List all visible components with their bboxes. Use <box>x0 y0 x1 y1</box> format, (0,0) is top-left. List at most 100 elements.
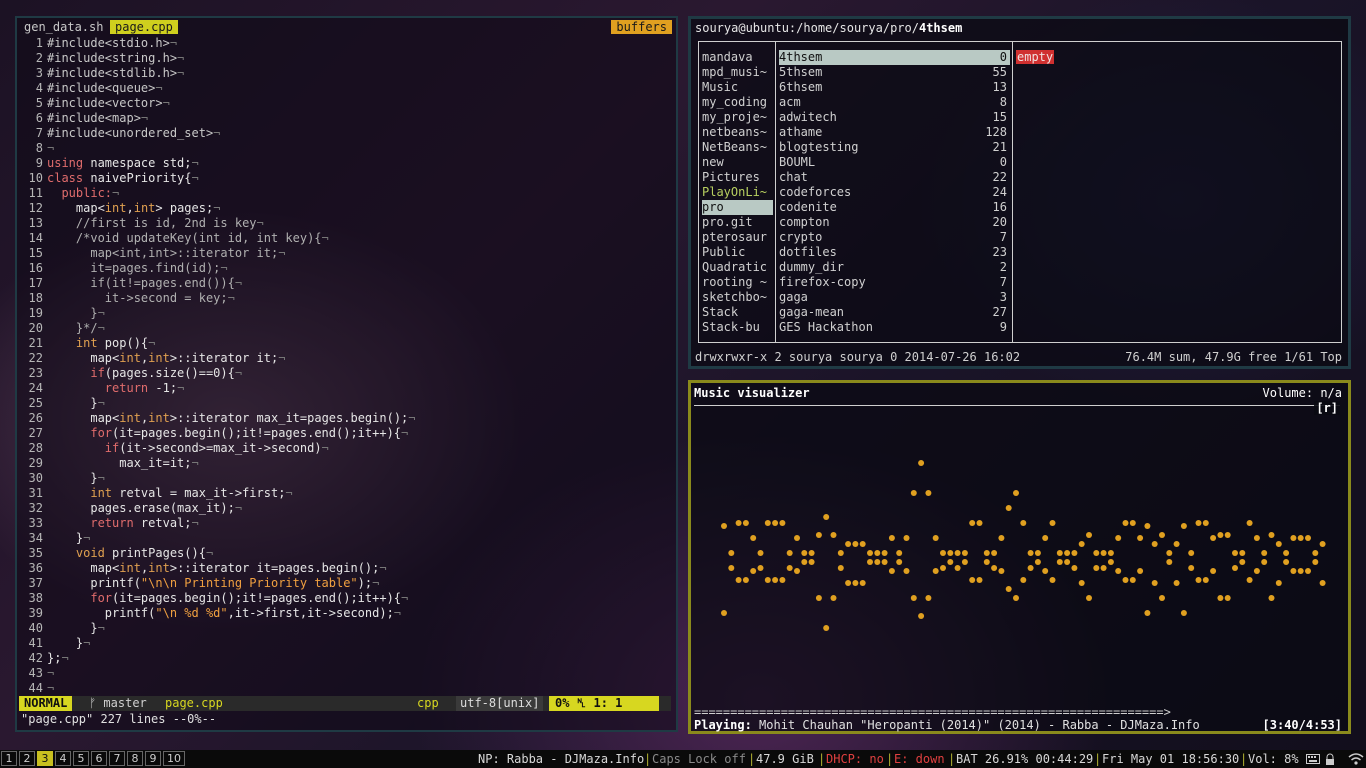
directory-item[interactable]: GES Hackathon 9 <box>779 320 1010 335</box>
code-line[interactable]: /*void updateKey(int id, int key){¬ <box>47 231 329 246</box>
tab-page-cpp[interactable]: page.cpp <box>110 20 178 34</box>
parent-dir-item[interactable]: my_coding <box>702 95 773 110</box>
code-line[interactable]: ¬ <box>47 681 54 696</box>
code-line[interactable]: #include<vector>¬ <box>47 96 170 111</box>
directory-item[interactable]: chat 22 <box>779 170 1010 185</box>
workspace-6[interactable]: 6 <box>91 751 107 766</box>
parent-dir-item[interactable]: pro.git <box>702 215 773 230</box>
code-line[interactable]: if(it!=pages.end()){¬ <box>47 276 242 291</box>
directory-item[interactable]: dummy_dir 2 <box>779 260 1010 275</box>
directory-item[interactable]: adwitech 15 <box>779 110 1010 125</box>
parent-dir-item[interactable]: new <box>702 155 773 170</box>
code-line[interactable]: #include<string.h>¬ <box>47 51 184 66</box>
parent-directory-column[interactable]: mandava mpd_musi~ Music my_coding my_proje~ n… <box>699 42 776 342</box>
parent-dir-item[interactable]: pro <box>702 200 773 215</box>
code-line[interactable]: it=pages.find(id);¬ <box>47 261 227 276</box>
ranger-file-manager[interactable]: sourya@ubuntu:/home/sourya/pro/4thsem ma… <box>688 16 1351 369</box>
progress-bar[interactable]: ========================================… <box>694 705 1184 719</box>
parent-dir-item[interactable]: sketchbo~ <box>702 290 773 305</box>
parent-dir-item[interactable]: PlayOnLi~ <box>702 185 773 200</box>
code-line[interactable]: return -1;¬ <box>47 381 185 396</box>
code-line[interactable]: map<int,int> pages;¬ <box>47 201 221 216</box>
code-line[interactable]: ¬ <box>47 141 54 156</box>
parent-dir-item[interactable]: Public <box>702 245 773 260</box>
workspace-4[interactable]: 4 <box>55 751 71 766</box>
buffers-label[interactable]: buffers <box>611 20 672 34</box>
code-line[interactable]: #include<unordered_set>¬ <box>47 126 220 141</box>
code-line[interactable]: if(it->second>=max_it->second)¬ <box>47 441 329 456</box>
workspace-9[interactable]: 9 <box>145 751 161 766</box>
parent-dir-item[interactable]: NetBeans~ <box>702 140 773 155</box>
parent-dir-item[interactable]: mpd_musi~ <box>702 65 773 80</box>
directory-item[interactable]: athame 128 <box>779 125 1010 140</box>
code-line[interactable]: //first is id, 2nd is key¬ <box>47 216 264 231</box>
code-line[interactable]: #include<map>¬ <box>47 111 148 126</box>
directory-item[interactable]: 5thsem 55 <box>779 65 1010 80</box>
parent-dir-item[interactable]: rooting ~ <box>702 275 773 290</box>
code-line[interactable]: for(it=pages.begin();it!=pages.end();it+… <box>47 426 408 441</box>
tab-gen-data[interactable]: gen_data.sh <box>19 20 108 34</box>
code-line[interactable]: using namespace std;¬ <box>47 156 199 171</box>
code-line[interactable]: class naivePriority{¬ <box>47 171 199 186</box>
directory-item[interactable]: acm 8 <box>779 95 1010 110</box>
code-line[interactable]: int pop(){¬ <box>47 336 156 351</box>
code-line[interactable]: public:¬ <box>47 186 119 201</box>
code-line[interactable]: it->second = key;¬ <box>47 291 235 306</box>
parent-dir-item[interactable]: netbeans~ <box>702 125 773 140</box>
code-line[interactable]: void printPages(){¬ <box>47 546 213 561</box>
directory-item[interactable]: crypto 7 <box>779 230 1010 245</box>
code-line[interactable]: map<int,int>::iterator it;¬ <box>47 351 285 366</box>
directory-item[interactable]: BOUML 0 <box>779 155 1010 170</box>
code-line[interactable]: map<int,int>::iterator it=pages.begin();… <box>47 561 386 576</box>
code-line[interactable]: }¬ <box>47 471 104 486</box>
code-line[interactable]: return retval;¬ <box>47 516 198 531</box>
code-line[interactable]: map<int,int>::iterator it;¬ <box>47 246 285 261</box>
directory-item[interactable]: blogtesting 21 <box>779 140 1010 155</box>
code-line[interactable]: }¬ <box>47 531 90 546</box>
code-line[interactable]: };¬ <box>47 651 69 666</box>
parent-dir-item[interactable]: Quadratic <box>702 260 773 275</box>
code-line[interactable]: }¬ <box>47 396 104 411</box>
code-line[interactable]: }¬ <box>47 306 104 321</box>
parent-dir-item[interactable]: mandava <box>702 50 773 65</box>
directory-item[interactable]: gaga-mean 27 <box>779 305 1010 320</box>
wifi-icon[interactable] <box>1348 752 1364 766</box>
parent-dir-item[interactable]: Stack-bu <box>702 320 773 335</box>
directory-item[interactable]: codenite 16 <box>779 200 1010 215</box>
directory-item[interactable]: firefox-copy 7 <box>779 275 1010 290</box>
workspace-7[interactable]: 7 <box>109 751 125 766</box>
code-line[interactable]: map<int,int>::iterator max_it=pages.begi… <box>47 411 415 426</box>
code-line[interactable]: #include<stdlib.h>¬ <box>47 66 184 81</box>
directory-item[interactable]: 6thsem 13 <box>779 80 1010 95</box>
parent-dir-item[interactable]: Stack <box>702 305 773 320</box>
workspace-1[interactable]: 1 <box>1 751 17 766</box>
directory-item[interactable]: 4thsem 0 <box>779 50 1010 65</box>
code-line[interactable]: pages.erase(max_it);¬ <box>47 501 242 516</box>
directory-item[interactable]: dotfiles 23 <box>779 245 1010 260</box>
directory-item[interactable]: codeforces 24 <box>779 185 1010 200</box>
code-line[interactable]: }¬ <box>47 636 90 651</box>
directory-item[interactable]: compton 20 <box>779 215 1010 230</box>
workspace-5[interactable]: 5 <box>73 751 89 766</box>
workspace-2[interactable]: 2 <box>19 751 35 766</box>
code-line[interactable]: #include<stdio.h>¬ <box>47 36 177 51</box>
parent-dir-item[interactable]: my_proje~ <box>702 110 773 125</box>
workspace-10[interactable]: 10 <box>163 751 185 766</box>
music-player-window[interactable]: Music visualizer Volume: n/a [r] =======… <box>688 380 1351 734</box>
code-line[interactable]: }¬ <box>47 621 104 636</box>
code-line[interactable]: max_it=it;¬ <box>47 456 199 471</box>
code-line[interactable]: printf("\n\n Printing Priority table");¬ <box>47 576 379 591</box>
code-line[interactable]: printf("\n %d %d",it->first,it->second);… <box>47 606 401 621</box>
parent-dir-item[interactable]: Pictures <box>702 170 773 185</box>
workspace-8[interactable]: 8 <box>127 751 143 766</box>
directory-item[interactable]: gaga 3 <box>779 290 1010 305</box>
code-line[interactable]: int retval = max_it->first;¬ <box>47 486 292 501</box>
code-line[interactable]: if(pages.size()==0){¬ <box>47 366 242 381</box>
code-line[interactable]: #include<queue>¬ <box>47 81 163 96</box>
code-line[interactable]: for(it=pages.begin();it!=pages.end();it+… <box>47 591 408 606</box>
current-directory-column[interactable]: 4thsem 0 5thsem 55 6thsem 13 acm 8 adwitech 15 ath… <box>776 42 1013 342</box>
parent-dir-item[interactable]: Music <box>702 80 773 95</box>
code-line[interactable]: }*/¬ <box>47 321 105 336</box>
code-line[interactable]: ¬ <box>47 666 54 681</box>
vim-editor-window[interactable]: gen_data.sh page.cpp buffers 1 #include<s… <box>15 16 678 732</box>
